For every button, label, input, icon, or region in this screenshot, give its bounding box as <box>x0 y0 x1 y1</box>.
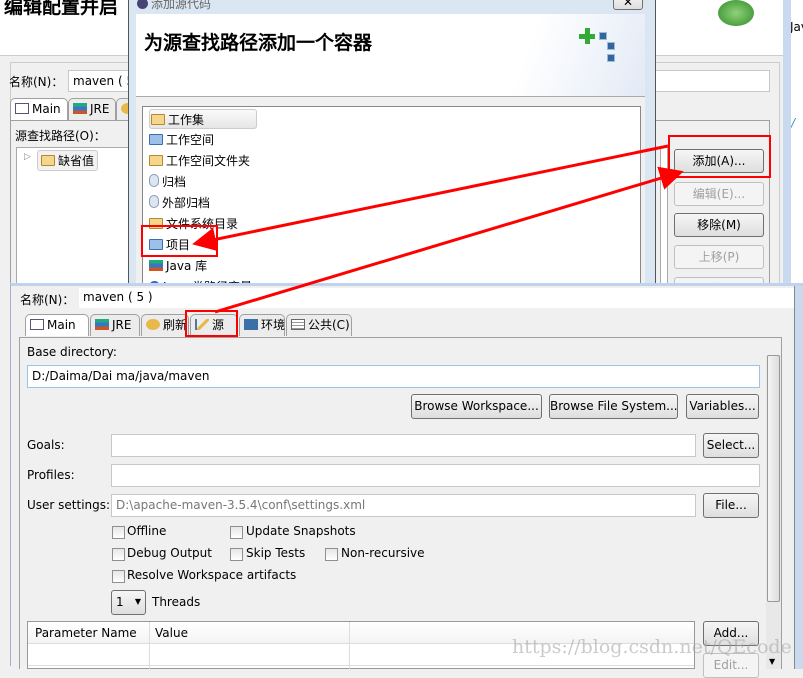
arrow-to-add <box>214 166 684 314</box>
watermark: https://blog.csdn.net/QEcode <box>512 636 792 658</box>
arrow-to-project <box>192 144 669 252</box>
annotation-arrows <box>192 144 684 314</box>
